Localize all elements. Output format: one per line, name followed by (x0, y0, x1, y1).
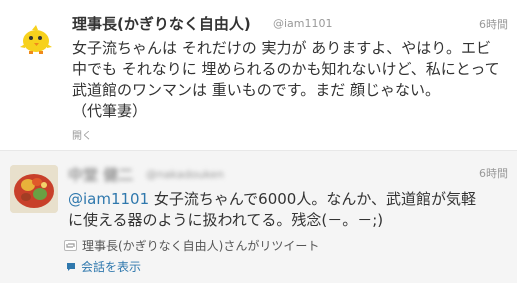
tweet-text: 女子流ちゃんは それだけの 実力が ありますよ、やはり。エビ 中でも それなりに… (72, 38, 502, 122)
timestamp[interactable]: 6時間 (479, 16, 508, 32)
view-conversation-link[interactable]: 会話を表示 (66, 258, 141, 275)
tweet-text-line: （代筆妻） (72, 102, 148, 120)
screen-name[interactable]: @nakadouken (146, 168, 224, 181)
tweet-text-segment: 女子流ちゃんで6000人。なんか、武道館が気軽 (149, 190, 477, 208)
mention-link[interactable]: @iam1101 (68, 190, 149, 208)
tweet-text-line: 女子流ちゃんは それだけの 実力が ありますよ、やはり。エビ (72, 39, 492, 57)
avatar[interactable] (12, 14, 60, 62)
retweet-context: 理事長(かぎりなく自由人)さんがリツイート (64, 237, 319, 254)
tweet-item[interactable]: 中堂 健二 @nakadouken 6時間 @iam1101 女子流ちゃんで60… (0, 150, 517, 283)
tweet-text-line: 中でも それなりに 埋められるのかも知れないけど、私にとって (72, 60, 500, 78)
user-name[interactable]: 理事長(かぎりなく自由人) (72, 13, 251, 34)
timeline: 理事長(かぎりなく自由人) @iam1101 6時間 女子流ちゃんは それだけの… (0, 0, 517, 283)
tweet-text-line: @iam1101 女子流ちゃんで6000人。なんか、武道館が気軽 (68, 189, 508, 210)
screen-name[interactable]: @iam1101 (273, 17, 333, 30)
tweet-text: @iam1101 女子流ちゃんで6000人。なんか、武道館が気軽 に使える器のよ… (68, 189, 508, 231)
chat-bubble-icon (67, 262, 75, 271)
tweet-text-line: 武道館のワンマンは 重いものです。まだ 顔じゃない。 (72, 81, 441, 99)
retweet-icon (64, 240, 77, 251)
tweet-text-line: に使える器のように扱われてる。残念(－。－;) (68, 211, 384, 229)
avatar[interactable] (10, 165, 58, 213)
food-photo-icon (10, 165, 58, 213)
tweet-item[interactable]: 理事長(かぎりなく自由人) @iam1101 6時間 女子流ちゃんは それだけの… (0, 0, 517, 150)
retweet-label[interactable]: 理事長(かぎりなく自由人)さんがリツイート (82, 237, 319, 254)
chick-icon (12, 14, 60, 62)
user-name[interactable]: 中堂 健二 (68, 164, 133, 185)
view-conversation-label[interactable]: 会話を表示 (81, 258, 141, 275)
timestamp[interactable]: 6時間 (479, 165, 508, 181)
expand-link[interactable]: 開く (72, 127, 92, 142)
